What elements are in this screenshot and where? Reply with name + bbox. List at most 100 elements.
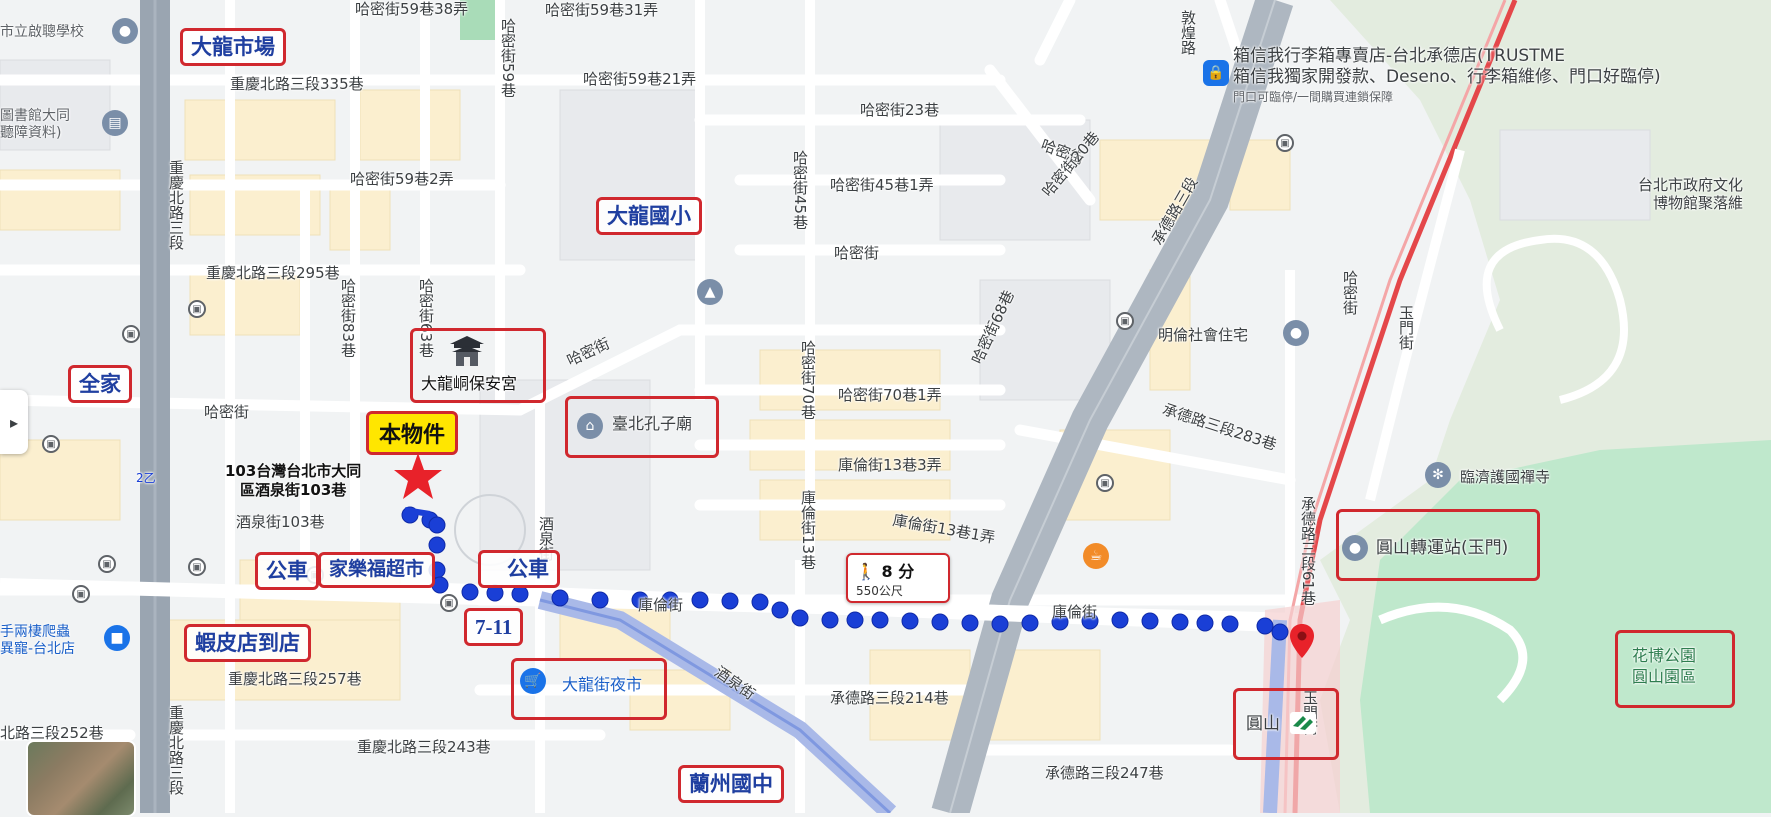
location-pin-icon[interactable]: ● [1342, 535, 1368, 561]
street-label: 哈密街45巷 [791, 150, 809, 230]
bus-stop-icon[interactable]: ▣ [440, 594, 458, 612]
route-dot [428, 536, 446, 554]
bus-stop-icon[interactable]: ▣ [72, 585, 90, 603]
route-dot [428, 516, 446, 534]
route-dot [1111, 611, 1129, 629]
poi-label: 手兩棲爬蟲 異寵-台北店 [0, 624, 76, 657]
route-number: 2乙 [136, 471, 156, 485]
route-dot [751, 593, 769, 611]
side-panel-toggle[interactable]: ▸ [0, 390, 28, 454]
metro-icon[interactable] [1290, 712, 1316, 734]
route-dot [1021, 614, 1039, 632]
route-dot [1271, 623, 1289, 641]
street-label: 哈密街23巷 [860, 101, 940, 119]
location-pin-icon[interactable] [1290, 624, 1314, 662]
star-icon [393, 452, 443, 504]
street-label: 哈密街83巷 [339, 278, 357, 358]
route-dot [846, 611, 864, 629]
annotation-yuanshan-station: 圓山 [1246, 714, 1280, 734]
street-label: 承德路三段247巷 [1045, 764, 1164, 782]
annotation-family-mart: 全家 [68, 365, 132, 404]
satellite-layer-thumbnail[interactable] [26, 740, 136, 817]
street-label: 重慶北路三段335巷 [230, 75, 364, 93]
street-label: 承德路三段61巷 [1299, 496, 1317, 606]
street-label: 庫倫街 [638, 596, 684, 614]
street-label: 北路三段252巷 [0, 724, 104, 742]
route-dot [721, 592, 739, 610]
street-label: 重慶北路三段243巷 [357, 738, 491, 756]
annotation-bus-2: 公車 [478, 550, 560, 589]
bus-stop-icon[interactable]: ▣ [122, 325, 140, 343]
street-label: 重慶北路三段 [167, 160, 185, 250]
bus-stop-icon[interactable]: ▣ [98, 555, 116, 573]
temple-icon[interactable]: ✻ [1425, 462, 1451, 488]
route-dot [931, 613, 949, 631]
location-pin-icon[interactable]: ● [1283, 320, 1309, 346]
street-label: 哈密街45巷1弄 [830, 176, 934, 194]
route-dot [991, 615, 1009, 633]
poi-label: 圖書館大同 聽障資料) [0, 108, 70, 141]
poi-label: 市立啟聰學校 [0, 24, 84, 40]
bus-stop-icon[interactable]: ▣ [188, 300, 206, 318]
walk-icon: 🚶 [856, 562, 876, 581]
address-line1: 103台灣台北市大同 [225, 462, 362, 480]
annotation-shopee: 蝦皮店到店 [184, 624, 311, 663]
street-label: 庫倫街 [1052, 603, 1098, 621]
street-label: 哈密街 [204, 403, 250, 421]
temple-icon [448, 334, 486, 368]
street-label: 哈密街59巷2弄 [350, 170, 454, 188]
street-label: 庫倫街13巷3弄 [838, 456, 942, 474]
bus-stop-icon[interactable]: ▣ [1116, 312, 1134, 330]
route-dot [1171, 613, 1189, 631]
store-name-line1[interactable]: 箱信我行李箱專賣店-台北承德店(TRUSTME [1233, 48, 1565, 65]
school-icon[interactable]: ● [112, 18, 138, 44]
annotation-yuanshan-transfer: 圓山轉運站(玉門) [1376, 538, 1509, 558]
store-name-line2[interactable]: 箱信我獨家開發款、Deseno、行李箱維修、門口好臨停) [1233, 69, 1661, 86]
street-label: 庫倫街13巷 [799, 490, 817, 570]
street-label: 哈密街70巷 [799, 340, 817, 420]
street-label: 哈密街59巷 [499, 18, 517, 98]
luggage-store-icon[interactable]: 🔒 [1203, 60, 1229, 86]
poi-label: 台北市政府文化 博物館聚落維 [1638, 176, 1744, 212]
bus-stop-icon[interactable]: ▣ [1096, 474, 1114, 492]
annotation-dalong-market: 大龍市場 [180, 28, 286, 67]
annotation-carrefour: 家樂福超市 [318, 552, 436, 588]
street-label: 哈密街59巷31弄 [545, 1, 659, 19]
cafe-icon[interactable]: ☕ [1083, 543, 1109, 569]
bus-stop-icon[interactable]: ▣ [1276, 134, 1294, 152]
route-dot [901, 612, 919, 630]
annotation-expo-park: 花博公園 圓山園區 [1632, 646, 1697, 686]
bus-stop-icon[interactable]: ▣ [42, 435, 60, 453]
shopping-icon[interactable]: ■ [104, 625, 130, 651]
bus-stop-icon[interactable]: ▣ [188, 558, 206, 576]
walk-time: 8 分 [881, 562, 915, 581]
street-label: 哈密街59巷38弄 [355, 0, 469, 18]
route-dot [691, 591, 709, 609]
route-dot [771, 601, 789, 619]
annotation-bus-1: 公車 [255, 552, 319, 591]
route-dot [1221, 615, 1239, 633]
chevron-right-icon: ▸ [9, 412, 19, 432]
street-label: 承德路三段214巷 [830, 689, 949, 707]
route-dot [591, 591, 609, 609]
annotation-confucius: 臺北孔子廟 [612, 414, 693, 433]
route-dot [511, 585, 529, 603]
route-dot [461, 583, 479, 601]
school-icon[interactable]: ▲ [697, 279, 723, 305]
walk-duration-callout[interactable]: 🚶 8 分 550公尺 [846, 553, 950, 603]
street-label: 哈密街 [834, 244, 880, 262]
annotation-night-market: 大龍街夜市 [562, 675, 643, 694]
subject-property-label: 本物件 [366, 411, 459, 455]
poi-label: 明倫社會住宅 [1158, 326, 1249, 344]
library-icon[interactable]: ▤ [102, 110, 128, 136]
street-label: 敦煌路 [1179, 10, 1197, 55]
route-dot [1141, 612, 1159, 630]
route-dot [791, 609, 809, 627]
route-dot [1256, 617, 1274, 635]
street-label: 重慶北路三段295巷 [206, 264, 340, 282]
street-label: 哈密街 [1341, 270, 1359, 315]
store-note: 門口可臨停/一間購買連鎖保障 [1233, 90, 1394, 104]
street-label: 重慶北路三段 [167, 705, 185, 795]
walk-distance: 550公尺 [856, 584, 903, 598]
annotation-seven-eleven: 7-11 [464, 608, 524, 647]
